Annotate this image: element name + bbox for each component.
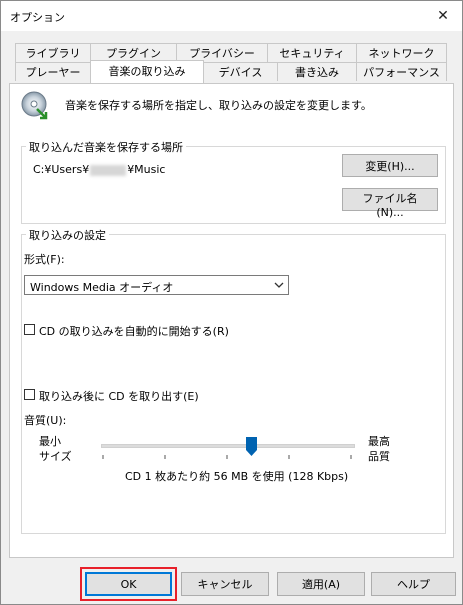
auto-rip-label: CD の取り込みを自動的に開始する(R) [39, 325, 229, 338]
options-dialog: オプション ✕ ライブラリ プラグイン プライバシー セキュリティ ネットワーク… [0, 0, 463, 605]
slider-thumb[interactable] [246, 437, 257, 456]
change-location-button[interactable]: 変更(H)... [342, 154, 438, 177]
best-quality-label-2: 品質 [368, 450, 390, 463]
ok-button[interactable]: OK [85, 572, 172, 596]
tab-security[interactable]: セキュリティ [267, 43, 357, 62]
eject-after-rip-checkbox[interactable] [24, 389, 35, 400]
rip-settings-legend: 取り込みの設定 [26, 227, 109, 243]
close-icon[interactable]: ✕ [431, 5, 455, 27]
header-description: 音楽を保存する場所を指定し、取り込みの設定を変更します。 [65, 99, 372, 112]
format-select[interactable]: Windows Media オーディオ [24, 275, 289, 295]
apply-button[interactable]: 適用(A) [277, 572, 365, 596]
tab-burn[interactable]: 書き込み [277, 62, 357, 81]
help-button[interactable]: ヘルプ [371, 572, 456, 596]
format-label: 形式(F): [24, 253, 65, 266]
auto-rip-checkbox[interactable] [24, 324, 35, 335]
slider-ticks [102, 455, 352, 459]
quality-slider[interactable] [101, 437, 355, 467]
slider-track [101, 444, 355, 448]
tab-devices[interactable]: デバイス [203, 62, 278, 81]
cd-rip-icon [21, 91, 48, 120]
min-size-label-1: 最小 [39, 435, 61, 448]
min-size-label-2: サイズ [39, 450, 72, 463]
tab-performance[interactable]: パフォーマンス [356, 62, 447, 81]
format-value: Windows Media オーディオ [30, 281, 174, 294]
tab-library[interactable]: ライブラリ [15, 43, 91, 62]
save-location-path: C:¥Users¥ ¥Music [33, 163, 166, 176]
save-location-legend: 取り込んだ音楽を保存する場所 [26, 139, 186, 155]
chevron-down-icon [274, 282, 284, 288]
window-title: オプション [10, 11, 65, 24]
best-quality-label-1: 最高 [368, 435, 390, 448]
cancel-button[interactable]: キャンセル [181, 572, 269, 596]
tab-network[interactable]: ネットワーク [356, 43, 447, 62]
quality-label: 音質(U): [24, 414, 67, 427]
title-bar[interactable]: オプション ✕ [1, 1, 462, 31]
eject-after-rip-label: 取り込み後に CD を取り出す(E) [39, 390, 199, 403]
tab-rip-music[interactable]: 音楽の取り込み [90, 60, 204, 83]
file-name-button[interactable]: ファイル名(N)... [342, 188, 438, 219]
quality-info: CD 1 枚あたり約 56 MB を使用 (128 Kbps) [125, 470, 349, 483]
tab-player[interactable]: プレーヤー [15, 62, 91, 81]
